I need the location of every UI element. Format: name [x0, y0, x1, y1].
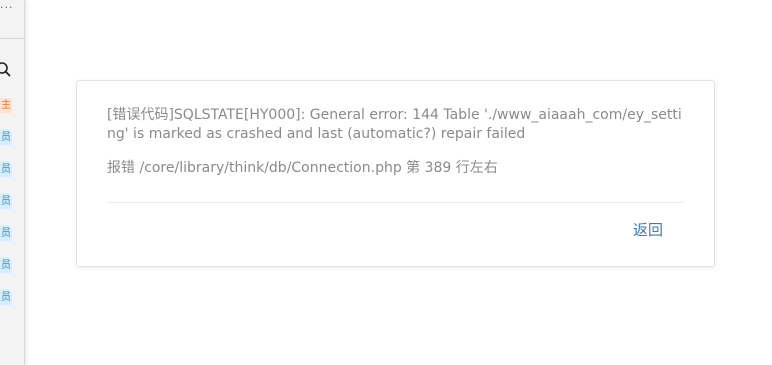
search-icon[interactable] — [0, 60, 14, 78]
page: ... 主 员 员 员 员 员 员 [错误代码]SQLSTATE[HY000]:… — [0, 0, 772, 365]
role-tag-member: 员 — [0, 290, 12, 305]
role-tag-member: 员 — [0, 258, 12, 273]
sidebar-divider — [0, 38, 24, 39]
role-tag-member: 员 — [0, 130, 12, 145]
back-button[interactable]: 返回 — [629, 220, 667, 240]
error-message: [错误代码]SQLSTATE[HY000]: General error: 14… — [107, 107, 682, 142]
dialog-divider — [107, 202, 684, 203]
error-location: 报错 /core/library/think/db/Connection.php… — [107, 160, 498, 176]
more-icon[interactable]: ... — [0, 0, 14, 10]
role-tag-owner: 主 — [0, 98, 12, 113]
role-tag-member: 员 — [0, 162, 12, 177]
role-tag-member: 员 — [0, 226, 12, 241]
error-dialog: [错误代码]SQLSTATE[HY000]: General error: 14… — [76, 80, 715, 267]
role-tag-member: 员 — [0, 194, 12, 209]
sidebar: ... 主 员 员 员 员 员 员 — [0, 0, 25, 365]
